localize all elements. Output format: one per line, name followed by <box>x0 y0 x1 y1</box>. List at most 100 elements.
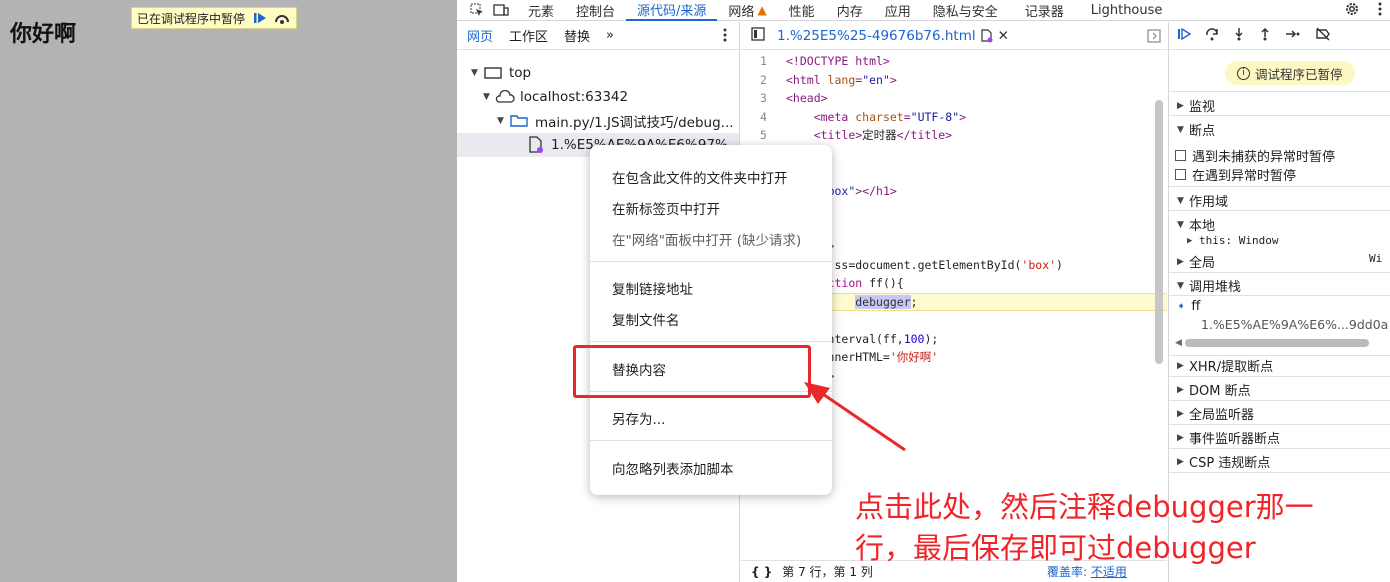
code-line[interactable]: 4 <meta charset = "UTF-8" > <box>741 108 1167 127</box>
scope-local[interactable]: ▼ 本地 <box>1177 215 1215 234</box>
checkbox-pause-caught[interactable]: 在遇到异常时暂停 <box>1175 165 1296 184</box>
tab-network-label: 网络 <box>728 4 755 20</box>
line-number[interactable]: 5 <box>741 128 786 142</box>
menu-open-in-new-tab[interactable]: 在新标签页中打开 <box>612 198 720 218</box>
devtools-top-tabbar: 元素 控制台 源代码/来源 网络 ▲ 性能 内存 应用 隐私与安全 记录器 Lig… <box>457 0 1390 21</box>
section-breakpoints-label: 断点 <box>1189 124 1216 139</box>
menu-add-to-ignore-list[interactable]: 向忽略列表添加脚本 <box>612 458 734 478</box>
section-xhr-breakpoints[interactable]: ▶ XHR/提取断点 <box>1177 356 1273 375</box>
menu-open-containing-folder[interactable]: 在包含此文件的文件夹中打开 <box>612 167 788 187</box>
expand-triangle-icon: ▼ <box>483 92 490 102</box>
code-token: = <box>855 72 863 87</box>
editor-file-tab-label: 1.%25E5%25-49676b76.html <box>777 27 976 44</box>
toggle-navigator-icon[interactable] <box>751 26 765 45</box>
file-override-icon <box>981 28 993 42</box>
navigator-menu-icon[interactable] <box>723 28 727 46</box>
line-number[interactable]: 1 <box>741 54 786 68</box>
tab-lighthouse[interactable]: Lighthouse <box>1075 0 1174 21</box>
tab-sources[interactable]: 源代码/来源 <box>626 0 718 21</box>
menu-copy-file-name[interactable]: 复制文件名 <box>612 309 680 329</box>
section-csp-breakpoints[interactable]: ▶ CSP 违规断点 <box>1177 452 1270 471</box>
more-options-kebab-icon[interactable] <box>1378 2 1382 20</box>
line-number[interactable]: 3 <box>741 91 786 105</box>
call-frame-ff[interactable]: ➧ ff <box>1177 299 1200 314</box>
code-line[interactable]: 5 <title> 定时器 </title> <box>741 126 1167 145</box>
menu-open-in-network-panel: 在"网络"面板中打开 (缺少请求) <box>612 233 802 249</box>
horizontal-scrollbar[interactable] <box>1185 339 1369 347</box>
resume-icon[interactable] <box>1177 27 1192 44</box>
nav-tab-overrides[interactable]: 替换 <box>564 26 590 45</box>
tree-item-top[interactable]: ▼ top <box>471 62 531 84</box>
code-token: <head> <box>786 91 828 106</box>
toggle-debugger-sidebar-icon[interactable] <box>1147 29 1161 47</box>
code-line[interactable]: 3 <head> <box>741 89 1167 108</box>
line-number[interactable]: 2 <box>741 73 786 87</box>
step-into-icon[interactable] <box>1233 27 1245 45</box>
close-tab-icon[interactable]: ✕ <box>998 28 1009 44</box>
call-frame-location[interactable]: 1.%E5%AE%9A%E6%...9dd0a <box>1201 317 1388 332</box>
code-token: "UTF-8" <box>910 109 960 124</box>
code-token: <meta <box>813 109 856 124</box>
step-icon[interactable] <box>1285 28 1301 44</box>
settings-gear-icon[interactable] <box>1344 1 1360 21</box>
divider <box>1169 424 1390 425</box>
tab-console[interactable]: 控制台 <box>565 0 626 21</box>
section-watch[interactable]: ▶ 监视 <box>1177 96 1215 115</box>
step-over-icon[interactable] <box>273 10 291 26</box>
section-scope[interactable]: ▼ 作用域 <box>1177 191 1228 210</box>
scope-local-label: 本地 <box>1189 219 1216 234</box>
code-token: 'box' <box>1021 257 1057 272</box>
debugger-paused-pill: i 调试程序已暂停 <box>1225 61 1355 85</box>
editor-file-tab[interactable]: 1.%25E5%25-49676b76.html ✕ <box>777 28 1009 44</box>
checkbox-pause-uncaught[interactable]: 遇到未捕获的异常时暂停 <box>1175 146 1335 165</box>
scope-global[interactable]: ▶ 全局 <box>1177 252 1215 271</box>
tab-privacy-security[interactable]: 隐私与安全 <box>922 0 1009 21</box>
code-token: ) <box>1056 257 1063 272</box>
checkbox-box[interactable] <box>1175 169 1186 180</box>
nav-tab-workspace[interactable]: 工作区 <box>509 26 548 45</box>
editor-vertical-scrollbar[interactable] <box>1155 100 1163 364</box>
scope-this[interactable]: ▶ this: Window <box>1187 234 1278 247</box>
tab-application[interactable]: 应用 <box>874 0 922 21</box>
expand-triangle-icon: ▼ <box>471 68 478 78</box>
section-call-stack[interactable]: ▼ 调用堆栈 <box>1177 276 1241 295</box>
menu-save-as[interactable]: 另存为... <box>612 408 665 428</box>
scroll-left-icon[interactable]: ◀ <box>1175 338 1182 348</box>
page-heading: 你好啊 <box>10 22 77 47</box>
format-braces-icon[interactable]: { } <box>751 565 772 579</box>
divider <box>1169 472 1390 473</box>
divider <box>1169 186 1390 187</box>
tab-elements[interactable]: 元素 <box>517 0 565 21</box>
divider <box>1169 91 1390 92</box>
menu-copy-link-address[interactable]: 复制链接地址 <box>612 278 693 298</box>
section-breakpoints[interactable]: ▼ 断点 <box>1177 120 1215 139</box>
checkbox-box[interactable] <box>1175 150 1186 161</box>
code-line[interactable]: 1 <!DOCTYPE html> <box>741 52 1167 71</box>
info-icon: i <box>1237 66 1250 80</box>
section-dom-breakpoints[interactable]: ▶ DOM 断点 <box>1177 380 1251 399</box>
device-toolbar-icon[interactable] <box>491 1 511 19</box>
step-out-icon[interactable] <box>1259 27 1271 45</box>
section-event-listener-breakpoints[interactable]: ▶ 事件监听器断点 <box>1177 428 1280 447</box>
inspect-element-icon[interactable] <box>467 1 487 19</box>
deactivate-breakpoints-icon[interactable] <box>1315 27 1331 45</box>
tree-label-folder: main.py/1.JS调试技巧/debug... <box>535 115 734 131</box>
collapsed-triangle-icon: ▶ <box>1187 235 1193 246</box>
tab-memory[interactable]: 内存 <box>826 0 874 21</box>
nav-tab-more[interactable]: » <box>606 28 614 43</box>
step-over-icon[interactable] <box>1205 27 1219 45</box>
tab-network[interactable]: 网络 ▲ <box>717 0 777 21</box>
code-line[interactable]: 2 <html lang = "en" > <box>741 71 1167 90</box>
tab-recorder[interactable]: 记录器 <box>1009 0 1075 21</box>
resume-icon[interactable] <box>251 10 269 26</box>
expand-triangle-icon: ▼ <box>1177 195 1184 206</box>
divider <box>1169 210 1390 211</box>
tree-item-host[interactable]: ▼ localhost:63342 <box>483 86 628 108</box>
tree-item-folder[interactable]: ▼ main.py/1.JS调试技巧/debug... <box>497 110 734 132</box>
nav-tab-page[interactable]: 网页 <box>467 26 493 45</box>
collapsed-triangle-icon: ▶ <box>1177 384 1184 395</box>
line-number[interactable]: 4 <box>741 110 786 124</box>
collapsed-triangle-icon: ▶ <box>1177 256 1184 267</box>
section-global-listeners[interactable]: ▶ 全局监听器 <box>1177 404 1254 423</box>
tab-performance[interactable]: 性能 <box>778 0 826 21</box>
